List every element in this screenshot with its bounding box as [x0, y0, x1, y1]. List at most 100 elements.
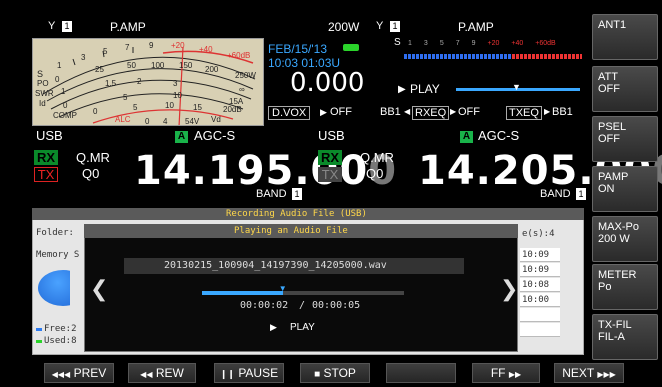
vfo-a-tx-indicator: TX [34, 167, 58, 182]
ant-a-number: 1 [62, 21, 72, 32]
dvox-state: OFF [330, 106, 352, 118]
used-legend-swatch [36, 340, 42, 343]
dvox-box[interactable]: D.VOX [268, 106, 311, 120]
softkey-meter[interactable]: METER Po [592, 264, 658, 310]
meter-scale-comp-5: 5 [133, 103, 138, 112]
file-list-row[interactable]: 10:08 [520, 278, 560, 292]
file-list-row[interactable]: 10:00 [520, 293, 560, 307]
rewind-icon: ◀◀ [140, 370, 153, 379]
meter-scale-s-1: 1 [57, 61, 62, 70]
next-label: NEXT [562, 366, 594, 380]
fast-forward-button[interactable]: FF ▶▶ [472, 363, 540, 383]
battery-icon [343, 44, 359, 51]
softkey-max-po-line2: 200 W [598, 233, 630, 245]
prev-button[interactable]: ◀◀◀ PREV [44, 363, 114, 383]
s-meter-tick-40: +40 [511, 40, 524, 47]
meter-scale-po-100: 100 [151, 61, 165, 70]
vfo-a-rx-indicator: RX [34, 150, 58, 165]
vfo-a-agc-tag: A [175, 131, 188, 143]
meter-scale-po-150: 150 [179, 61, 193, 70]
filename-text: 20130215_100904_14197390_14205000.wav [164, 260, 387, 271]
dvox-label: D.VOX [272, 107, 307, 119]
vfo-b-band-number: 1 [576, 188, 586, 200]
file-list-row[interactable] [520, 308, 560, 322]
power-label: 200W [328, 20, 360, 34]
s-meter-tick-60: +60dB [535, 40, 556, 47]
files-count-label: e(s):4 [522, 229, 555, 239]
softkey-pamp-line2: ON [598, 183, 615, 195]
softkey-pamp[interactable]: PAMP ON [592, 166, 658, 212]
softkey-psel-line1: PSEL [598, 121, 627, 133]
vfo-b-qmr: Q.MR [360, 150, 394, 165]
meter-scale-swr-3: 3 [173, 79, 178, 88]
meter-scale-comp-10: 10 [165, 101, 174, 110]
next-button[interactable]: NEXT ▶▶▶ [554, 363, 624, 383]
vfo-a-qmr: Q.MR [76, 150, 110, 165]
txeq-box[interactable]: TXEQ [506, 106, 542, 120]
stop-button[interactable]: ■ STOP [300, 363, 370, 383]
offset-readout: 0.000 [290, 68, 365, 98]
folder-label: Folder: [36, 228, 74, 238]
next-file-chevron-icon[interactable]: ❯ [500, 278, 518, 300]
softkey-tx-fil-line2: FIL-A [598, 331, 625, 343]
date-readout: FEB/15/'13 [268, 42, 327, 56]
play-state-icon: ▶ [270, 322, 277, 332]
softkey-meter-line1: METER [598, 269, 637, 281]
stop-label: STOP [323, 366, 356, 380]
memory-pie-disc [38, 270, 70, 306]
pause-icon: ❙❙ [219, 369, 235, 379]
pamp-label-left: P.AMP [110, 20, 146, 34]
s-meter-tick-5: 5 [439, 40, 444, 47]
s-meter-tick-7: 7 [455, 40, 460, 47]
meter-label-s: S [37, 69, 44, 79]
rxeq-box[interactable]: RXEQ [412, 106, 450, 120]
vfo-b-agc-tag: A [460, 131, 473, 143]
meter-label-comp: COMP [53, 111, 77, 120]
vfo-b-mode: USB [318, 128, 345, 143]
file-list-row[interactable] [520, 323, 560, 337]
meter-scale-comp-15: 15 [193, 103, 202, 112]
softkey-ant[interactable]: ANT1 [592, 14, 658, 60]
softkey-att-line2: OFF [598, 83, 620, 95]
vfo-b-band-label: BAND [540, 188, 571, 200]
ant-b-number: 1 [390, 21, 400, 32]
file-list-row[interactable]: 10:09 [520, 248, 560, 262]
softkey-att[interactable]: ATT OFF [592, 66, 658, 112]
fast-forward-icon: ▶▶ [508, 370, 522, 379]
free-label: Free:2 [44, 324, 77, 334]
prev-file-chevron-icon[interactable]: ❮ [90, 278, 108, 300]
meter-label-po: PO [37, 79, 49, 88]
file-list-row[interactable]: 10:09 [520, 263, 560, 277]
vfo-b-q0: Q0 [366, 166, 384, 181]
pause-button[interactable]: ❙❙ PAUSE [214, 363, 284, 383]
softkey-tx-fil-line1: TX-FIL [598, 319, 632, 331]
used-label: Used:8 [44, 336, 77, 346]
pamp-label-right: P.AMP [458, 20, 494, 34]
s-meter-scale: 1 3 5 7 9 +20 +40 +60dB [404, 40, 584, 51]
meter-scale-vd-0: 0 [145, 117, 150, 126]
vfo-b-agc: AGC-S [478, 128, 520, 143]
time-separator: / [299, 300, 306, 311]
txeq-arrow-icon: ▶ [544, 107, 551, 116]
meter-scale-id-0: 0 [63, 101, 68, 110]
meter-scale-comp-0: 0 [93, 107, 98, 116]
s-meter-label: S [394, 37, 401, 48]
prev-label: PREV [73, 366, 107, 380]
meter-scale-s-60: +60dB [227, 51, 251, 60]
rewind-button[interactable]: ◀◀ REW [128, 363, 196, 383]
blank-function-button[interactable] [386, 363, 456, 383]
meter-label-swr: SWR [35, 89, 54, 98]
vfo-b-rx-indicator: RX [318, 150, 342, 165]
total-time: 00:00:05 [312, 300, 361, 311]
play-dialog-title: Playing an Audio File [234, 226, 348, 236]
softkey-tx-fil[interactable]: TX-FIL FIL-A [592, 314, 658, 360]
softkey-max-po[interactable]: MAX-Po 200 W [592, 216, 658, 262]
softkey-psel[interactable]: PSEL OFF [592, 116, 658, 162]
memory-pie-chart [36, 268, 70, 308]
stop-icon: ■ [314, 369, 321, 380]
softkey-psel-line2: OFF [598, 133, 620, 145]
meter-scale-po-200: 200 [205, 65, 219, 74]
meter-scale-s-3: 3 [81, 53, 86, 62]
meter-scale-po-0: 0 [55, 75, 60, 84]
analog-meter: S PO SWR Id COMP ALC Vd 1 3 5 7 9 +20 +4… [32, 38, 264, 126]
